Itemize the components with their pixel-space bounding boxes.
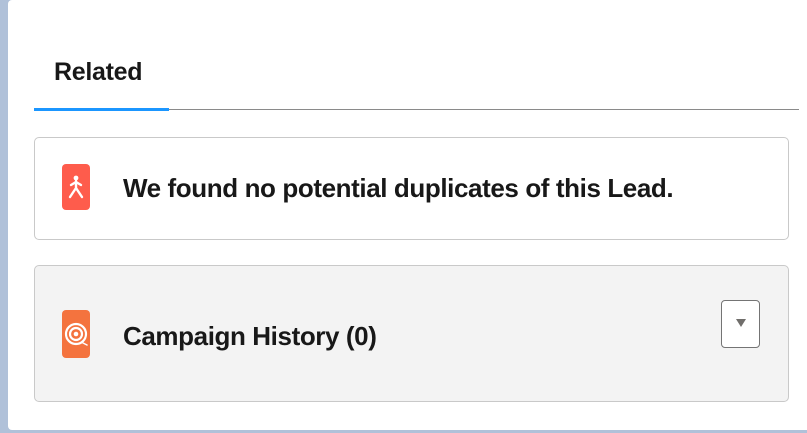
tab-bar: Related: [34, 56, 799, 111]
campaign-history-title[interactable]: Campaign History (0): [123, 321, 377, 352]
campaign-history-card: Campaign History (0): [34, 265, 789, 402]
tab-related[interactable]: Related: [34, 56, 169, 111]
duplicates-card: We found no potential duplicates of this…: [34, 137, 789, 240]
campaign-menu-button[interactable]: [721, 300, 760, 348]
campaign-target-icon: [62, 310, 90, 358]
active-tab-indicator: [34, 108, 169, 111]
related-panel: Related We found no potential duplicates…: [8, 0, 807, 430]
person-merge-icon: [62, 164, 90, 210]
duplicates-message: We found no potential duplicates of this…: [123, 173, 674, 203]
tab-related-label: Related: [54, 58, 143, 86]
chevron-down-icon: [735, 315, 747, 333]
